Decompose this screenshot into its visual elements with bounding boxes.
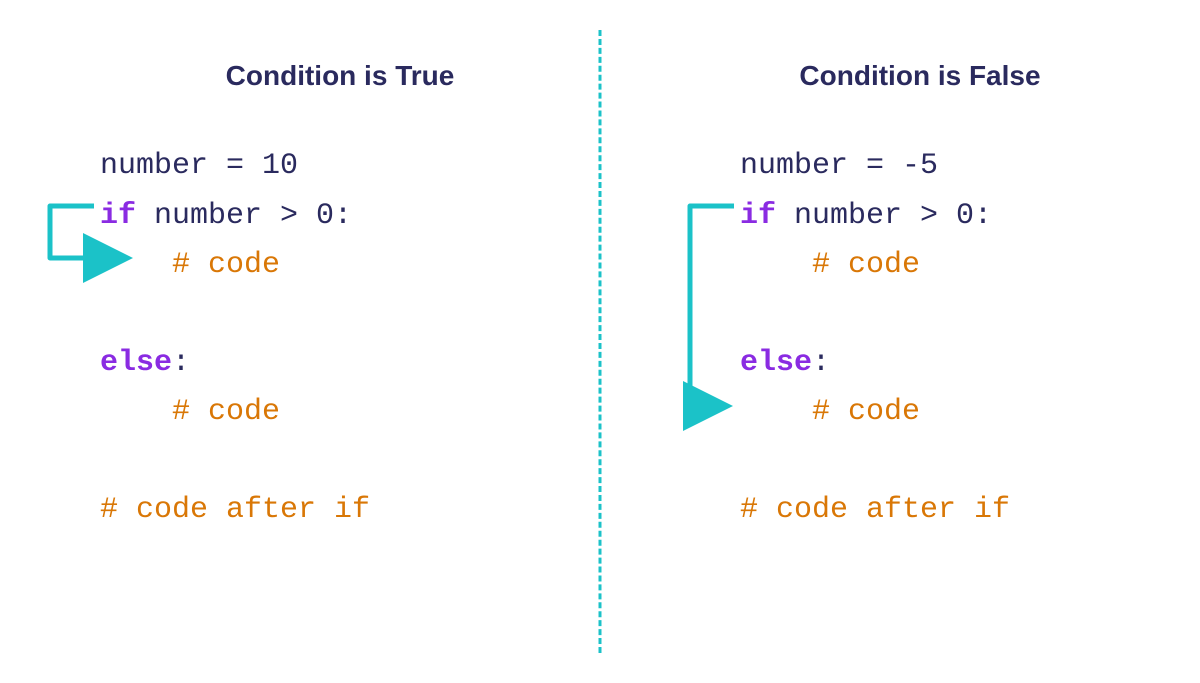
code-block-false: number = -5 if number > 0: # code else: … xyxy=(740,142,1160,535)
else-keyword: else xyxy=(100,346,172,380)
if-body-comment: # code xyxy=(812,248,920,282)
assign-text: number = -5 xyxy=(740,149,938,183)
title-false: Condition is False xyxy=(680,60,1160,92)
assign-text: number = 10 xyxy=(100,149,298,183)
if-keyword: if xyxy=(740,199,776,233)
panel-condition-false: Condition is False number = -5 if number… xyxy=(620,0,1200,683)
line-after: # code after if xyxy=(100,486,580,536)
else-body-comment: # code xyxy=(172,395,280,429)
line-if-body: # code xyxy=(100,241,580,291)
line-else: else: xyxy=(100,339,580,389)
else-keyword: else xyxy=(740,346,812,380)
code-block-true: number = 10 if number > 0: # code else: … xyxy=(100,142,580,535)
if-body-comment: # code xyxy=(172,248,280,282)
after-comment: # code after if xyxy=(100,493,370,527)
line-else-body: # code xyxy=(100,388,580,438)
line-if: if number > 0: xyxy=(740,192,1160,242)
line-else-body: # code xyxy=(740,388,1160,438)
line-if: if number > 0: xyxy=(100,192,580,242)
title-true: Condition is True xyxy=(100,60,580,92)
if-keyword: if xyxy=(100,199,136,233)
else-colon: : xyxy=(812,346,830,380)
else-body-comment: # code xyxy=(812,395,920,429)
after-comment: # code after if xyxy=(740,493,1010,527)
line-after: # code after if xyxy=(740,486,1160,536)
if-cond: number > 0: xyxy=(776,199,992,233)
else-colon: : xyxy=(172,346,190,380)
panel-condition-true: Condition is True number = 10 if number … xyxy=(0,0,620,683)
line-assign: number = 10 xyxy=(100,142,580,192)
line-else: else: xyxy=(740,339,1160,389)
line-assign: number = -5 xyxy=(740,142,1160,192)
if-cond: number > 0: xyxy=(136,199,352,233)
line-if-body: # code xyxy=(740,241,1160,291)
